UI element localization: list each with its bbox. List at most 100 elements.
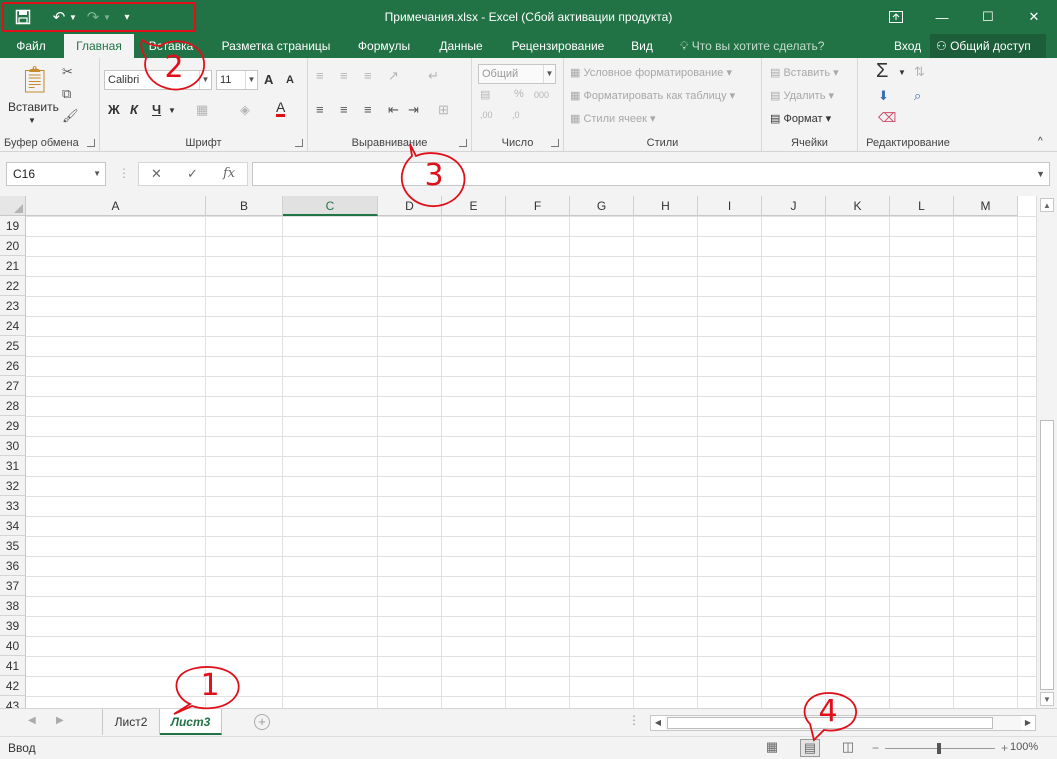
share-button[interactable]: ⚇ Общий доступ (930, 34, 1046, 58)
fill-icon[interactable]: ⬇ (878, 88, 889, 104)
row-header[interactable]: 31 (0, 456, 26, 476)
format-as-table-button[interactable]: ▦ Форматировать как таблицу ▾ (570, 89, 735, 102)
column-header-k[interactable]: K (826, 196, 890, 216)
row-header[interactable]: 22 (0, 276, 26, 296)
close-icon[interactable]: ✕ (1011, 0, 1057, 34)
vertical-scrollbar[interactable]: ▲ ▼ (1036, 196, 1057, 708)
row-header[interactable]: 21 (0, 256, 26, 276)
row-header[interactable]: 33 (0, 496, 26, 516)
row-header[interactable]: 30 (0, 436, 26, 456)
merge-cells-icon[interactable]: ⊞ (438, 102, 449, 118)
autosum-button[interactable]: Σ (876, 60, 888, 83)
align-right-icon[interactable]: ≡ (364, 102, 372, 117)
row-header[interactable]: 29 (0, 416, 26, 436)
row-header[interactable]: 35 (0, 536, 26, 556)
grow-font-button[interactable]: A (264, 72, 273, 87)
signin-link[interactable]: Вход (894, 34, 921, 58)
format-painter-icon[interactable]: 🖌︎ (62, 108, 79, 124)
zoom-slider-knob[interactable] (937, 742, 942, 754)
column-header-c[interactable]: C (283, 196, 378, 216)
copy-icon[interactable]: ⧉ (62, 86, 71, 102)
tab-page-layout[interactable]: Разметка страницы (212, 34, 340, 58)
orientation-icon[interactable]: ↗ (388, 68, 399, 84)
insert-function-button[interactable]: fx (223, 166, 235, 181)
underline-button[interactable]: Ч (152, 102, 161, 117)
row-header[interactable]: 38 (0, 596, 26, 616)
row-header[interactable]: 43 (0, 696, 26, 708)
row-header[interactable]: 20 (0, 236, 26, 256)
decrease-indent-icon[interactable]: ⇤ (388, 102, 399, 118)
name-box[interactable]: C16 ▼ (6, 162, 106, 186)
column-header-b[interactable]: B (206, 196, 283, 216)
row-header[interactable]: 28 (0, 396, 26, 416)
fill-color-icon[interactable]: ◈ (240, 102, 250, 118)
number-launcher-icon[interactable] (551, 139, 559, 147)
row-header[interactable]: 26 (0, 356, 26, 376)
row-header[interactable]: 32 (0, 476, 26, 496)
scroll-left-icon[interactable]: ◀ (651, 716, 665, 730)
format-cells-button[interactable]: ▤ Формат ▾ (770, 112, 831, 125)
tab-file[interactable]: Файл (0, 34, 62, 58)
formula-bar-grip[interactable]: ⋮ (118, 166, 130, 180)
currency-icon[interactable]: ▤ (480, 88, 490, 101)
scroll-up-icon[interactable]: ▲ (1040, 198, 1054, 212)
collapse-ribbon-icon[interactable]: ^ (1038, 136, 1043, 147)
tab-home[interactable]: Главная (64, 34, 134, 58)
minimize-icon[interactable]: — (919, 0, 965, 34)
wrap-text-icon[interactable]: ↵ (428, 68, 439, 84)
row-header[interactable]: 23 (0, 296, 26, 316)
autosum-dropdown-icon[interactable]: ▼ (898, 68, 906, 77)
formula-input[interactable]: ▼ (252, 162, 1050, 186)
percent-icon[interactable]: % (514, 88, 524, 100)
font-launcher-icon[interactable] (295, 139, 303, 147)
row-header[interactable]: 34 (0, 516, 26, 536)
column-header-i[interactable]: I (698, 196, 762, 216)
clear-icon[interactable]: ⌫ (878, 110, 896, 126)
align-top-icon[interactable]: ≡ (316, 68, 324, 83)
increase-indent-icon[interactable]: ⇥ (408, 102, 419, 118)
paste-button[interactable]: Вставить (8, 100, 59, 114)
next-sheet-icon[interactable]: ▶ (56, 715, 64, 726)
tab-formulas[interactable]: Формулы (348, 34, 420, 58)
row-header[interactable]: 42 (0, 676, 26, 696)
delete-cells-button[interactable]: ▤ Удалить ▾ (770, 89, 834, 102)
increase-decimal-icon[interactable]: ,00 (480, 110, 493, 120)
worksheet-grid[interactable]: ABCDEFGHIJKLM 19 20 21 22 23 24 25 26 27 28 29 30 31… (0, 196, 1036, 708)
select-all-button[interactable] (0, 196, 26, 216)
align-center-icon[interactable]: ≡ (340, 102, 348, 117)
clipboard-launcher-icon[interactable] (87, 139, 95, 147)
zoom-in-icon[interactable]: + (1001, 741, 1008, 755)
find-select-icon[interactable]: ⌕ (914, 88, 921, 104)
number-format-combo[interactable]: Общий ▼ (478, 64, 556, 84)
sort-filter-icon[interactable]: ⇅ (914, 64, 925, 80)
borders-icon[interactable]: ▦ (196, 102, 208, 118)
expand-formula-icon[interactable]: ▼ (1036, 169, 1045, 179)
vertical-scroll-thumb[interactable] (1040, 420, 1054, 690)
column-header-m[interactable]: M (954, 196, 1018, 216)
column-header-f[interactable]: F (506, 196, 570, 216)
zoom-slider[interactable] (885, 742, 996, 754)
tab-split-handle[interactable]: ⋮ (628, 713, 640, 727)
column-header-h[interactable]: H (634, 196, 698, 216)
tab-view[interactable]: Вид (622, 34, 662, 58)
bold-button[interactable]: Ж (108, 102, 120, 117)
underline-dropdown-icon[interactable]: ▼ (168, 106, 176, 115)
column-header-g[interactable]: G (570, 196, 634, 216)
tab-data[interactable]: Данные (428, 34, 494, 58)
column-header-j[interactable]: J (762, 196, 826, 216)
normal-view-icon[interactable]: ▦ (762, 739, 782, 757)
cut-icon[interactable]: ✂ (62, 64, 73, 80)
cell-styles-button[interactable]: ▦ Стили ячеек ▾ (570, 112, 656, 125)
column-header-l[interactable]: L (890, 196, 954, 216)
scroll-right-icon[interactable]: ▶ (1021, 716, 1035, 730)
column-header-a[interactable]: A (26, 196, 206, 216)
add-sheet-icon[interactable]: + (254, 714, 270, 730)
maximize-icon[interactable]: ☐ (965, 0, 1011, 34)
row-header[interactable]: 40 (0, 636, 26, 656)
font-size-combo[interactable]: 11 ▼ (216, 70, 258, 90)
row-header[interactable]: 27 (0, 376, 26, 396)
cancel-entry-button[interactable]: ✕ (151, 166, 162, 182)
zoom-level[interactable]: 100% (1010, 741, 1038, 753)
row-header[interactable]: 37 (0, 576, 26, 596)
zoom-out-icon[interactable]: − (872, 741, 879, 755)
